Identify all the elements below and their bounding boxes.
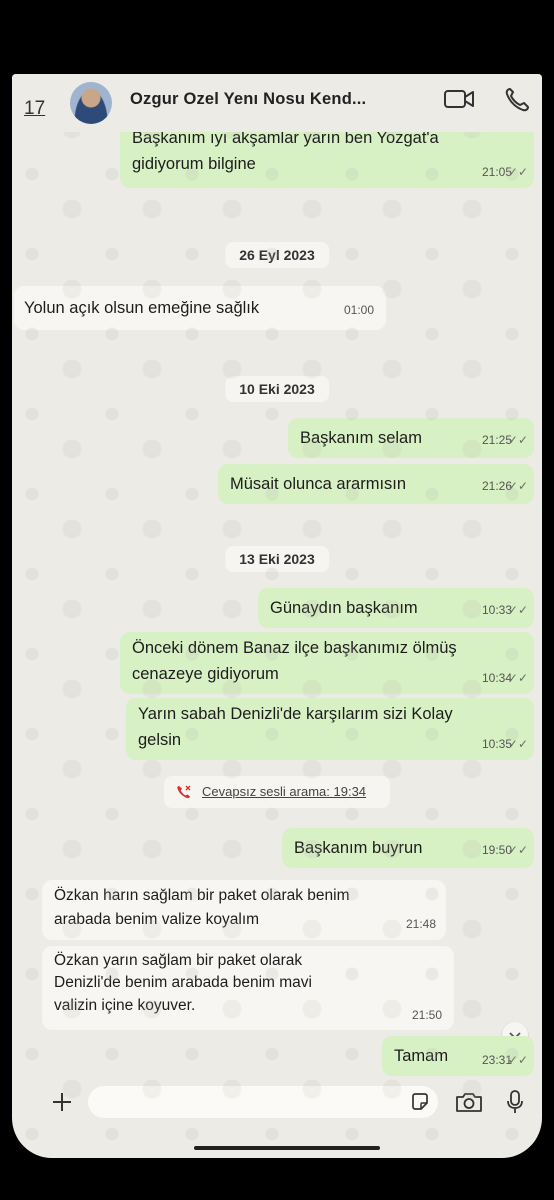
message-time: 01:00 [343,303,374,318]
back-button[interactable]: 17 [24,98,45,120]
message-bubble-outgoing[interactable]: Yarın sabah Denizli'de karşılarım sizi K… [126,698,534,760]
message-bubble-outgoing[interactable]: Başkanım selam 21:25 ✓✓ [288,418,534,458]
message-text: Özkan yarın sağlam bir paket olarak [54,952,303,969]
read-receipt-icon: ✓✓ [507,165,528,180]
message-text: cenazeye gidiyorum [132,664,279,683]
read-receipt-icon: ✓✓ [507,671,528,686]
message-text: valizin içine koyuver. [54,996,196,1014]
message-input[interactable] [88,1086,438,1118]
plus-icon[interactable] [50,1090,74,1114]
read-receipt-icon: ✓✓ [507,1053,528,1068]
read-receipt-icon: ✓✓ [507,433,528,448]
message-text: gelsin [138,730,182,749]
message-bubble-outgoing[interactable]: Önceki dönem Banaz ilçe başkanımız ölmüş… [120,632,534,694]
home-indicator [194,1146,380,1150]
read-receipt-icon: ✓✓ [507,479,528,494]
message-time: 21:50 [411,1007,442,1022]
message-time: 21:48 [405,917,436,932]
chat-screen: 17 Ozgur Ozel Yenı Nosu Kend... Başkanım… [12,74,542,1158]
missed-call-label: Cevapsız sesli arama: 19:34 [202,784,367,799]
phone-call-icon[interactable] [502,84,536,114]
date-separator: 13 Eki 2023 [225,546,329,572]
message-text: Yarın sabah Denizli'de karşılarım sizi K… [138,705,453,723]
message-bubble-outgoing[interactable]: Başkanım buyrun 19:50 ✓✓ [282,828,534,868]
date-separator: 10 Eki 2023 [225,376,329,402]
message-text: Denizli'de benim arabada benim mavi [54,974,312,992]
missed-call-notice[interactable]: Cevapsız sesli arama: 19:34 [164,776,390,808]
contact-name[interactable]: Ozgur Ozel Yenı Nosu Kend... [130,90,366,109]
message-bubble-outgoing[interactable]: Tamam 23:31 ✓✓ [382,1036,534,1076]
sticker-icon[interactable] [410,1092,430,1112]
camera-icon[interactable] [454,1090,484,1114]
message-text: Özkan harın sağlam bir paket olarak beni… [54,887,350,904]
chat-header: 17 Ozgur Ozel Yenı Nosu Kend... [12,74,542,132]
message-bubble-outgoing[interactable]: Günaydın başkanım 10:33 ✓✓ [258,588,534,628]
message-bubble-outgoing[interactable]: Müsait olunca ararmısın 21:26 ✓✓ [218,464,534,504]
avatar[interactable] [70,82,112,124]
read-receipt-icon: ✓✓ [507,737,528,752]
message-text: arabada benim valize koyalım [54,911,260,929]
message-bubble-incoming[interactable]: Özkan harın sağlam bir paket olarak beni… [42,880,446,940]
microphone-icon[interactable] [504,1088,526,1116]
read-receipt-icon: ✓✓ [507,603,528,618]
read-receipt-icon: ✓✓ [507,843,528,858]
video-call-icon[interactable] [442,84,476,114]
message-bubble-incoming[interactable]: Özkan yarın sağlam bir paket olarak Deni… [42,946,454,1030]
message-text: gidiyorum bilgine [132,154,256,173]
message-text: Yolun açık olsun emeğine sağlık [24,299,260,317]
message-text: Müsait olunca ararmısın [230,475,407,493]
message-text: Önceki dönem Banaz ilçe başkanımız ölmüş [132,639,457,657]
missed-call-icon [177,785,191,799]
message-bubble-incoming[interactable]: Yolun açık olsun emeğine sağlık 01:00 [14,286,386,330]
date-separator: 26 Eyl 2023 [225,242,329,268]
